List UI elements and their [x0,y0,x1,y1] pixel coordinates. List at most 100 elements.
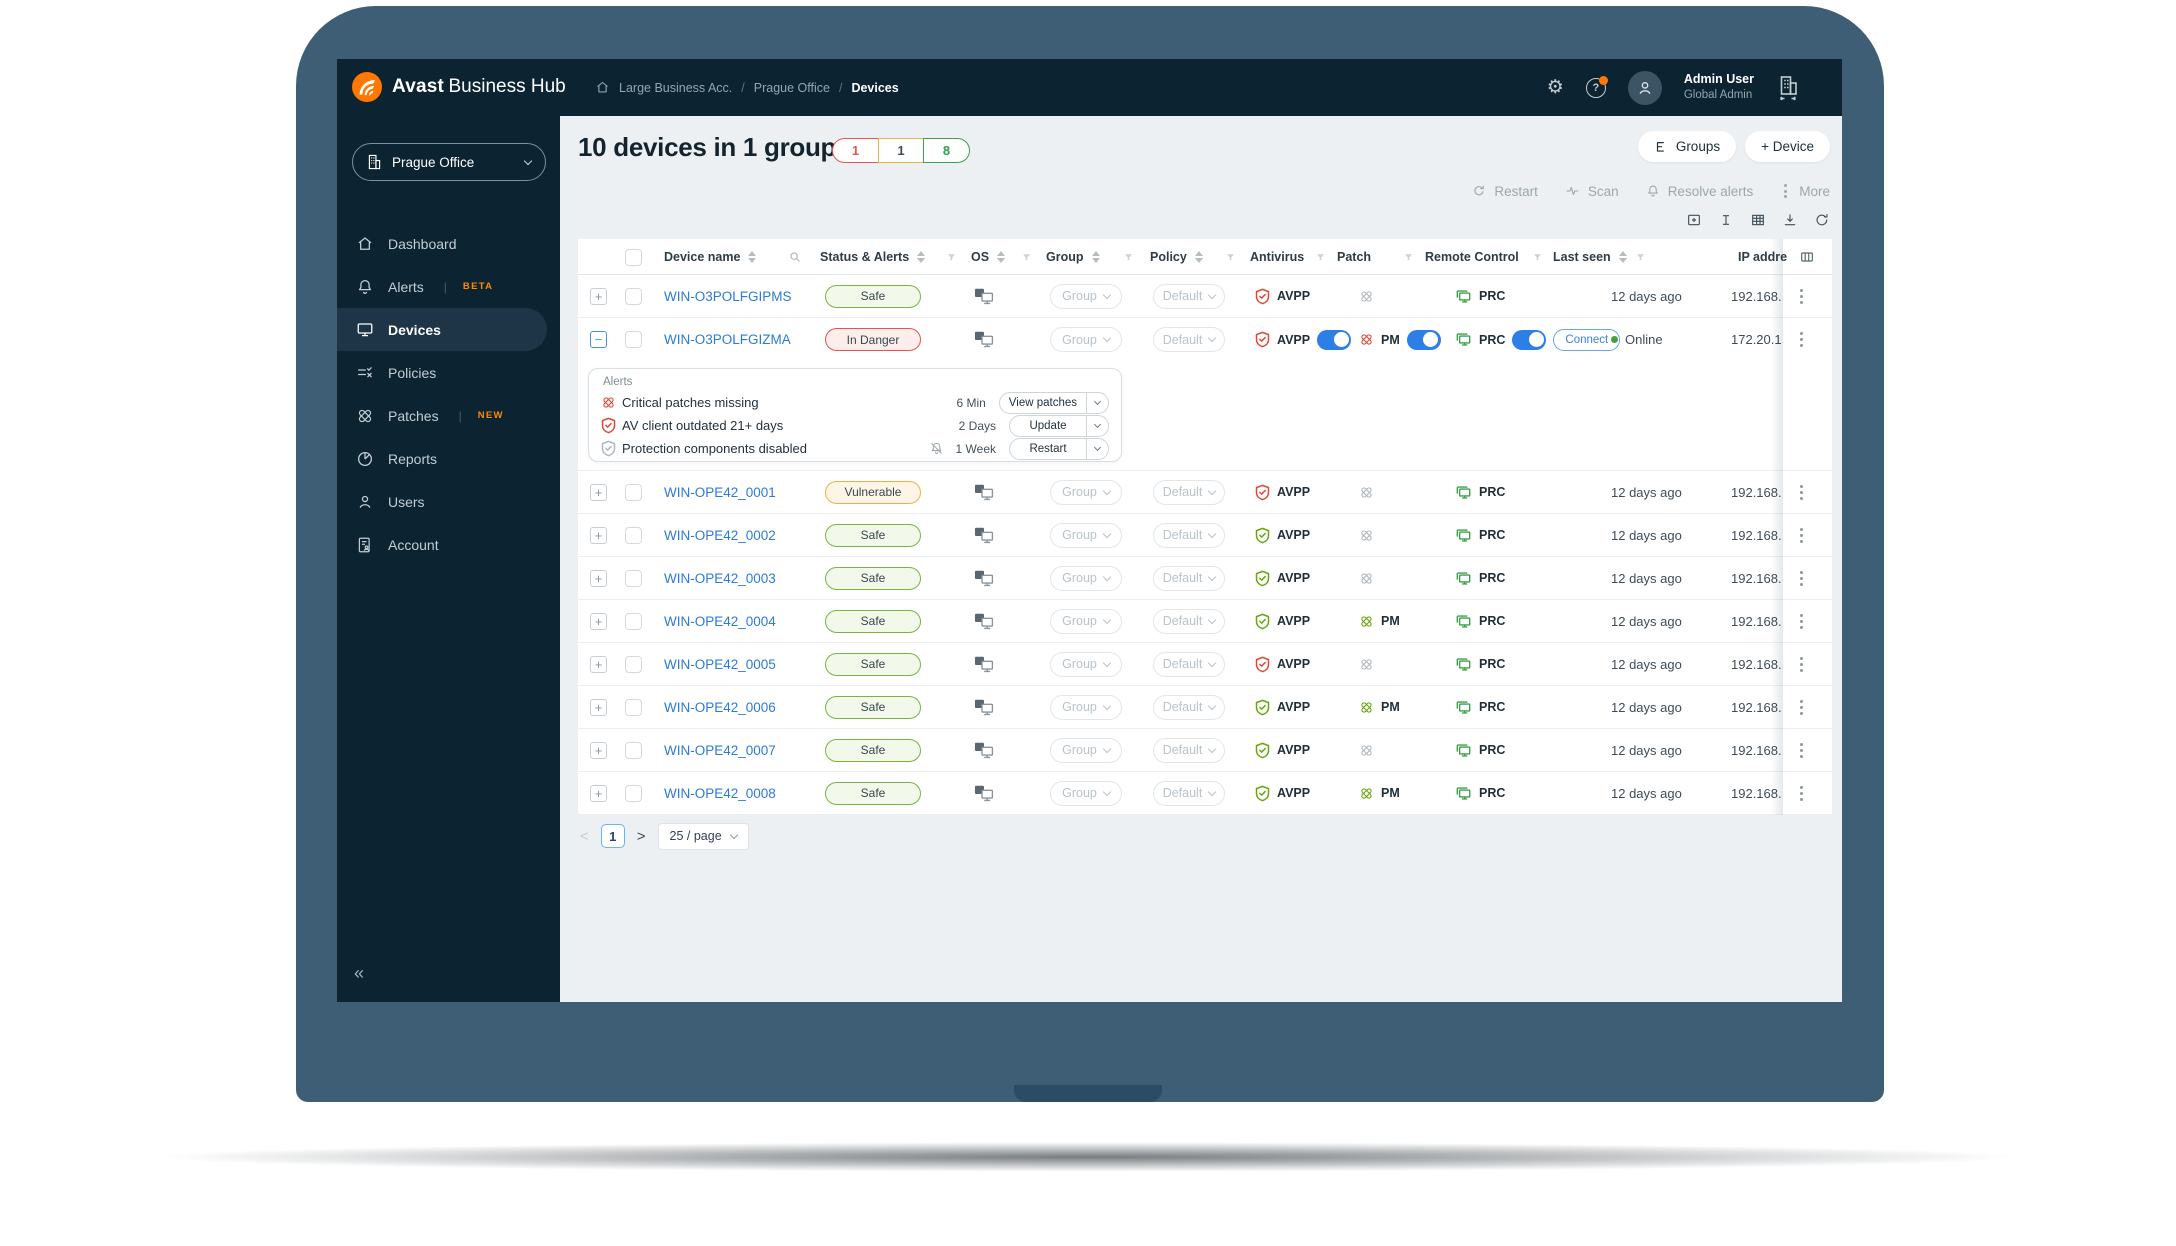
device-name-link[interactable]: WIN-OPE42_0006 [664,700,776,715]
device-name-link[interactable]: WIN-O3POLFGIZMA [664,332,791,347]
device-name-link[interactable]: WIN-OPE42_0007 [664,743,776,758]
device-name-link[interactable]: WIN-OPE42_0004 [664,614,776,629]
column-group[interactable]: Group [1046,239,1100,275]
group-dropdown[interactable]: Group [1050,737,1122,763]
column-antivirus[interactable]: Antivirus [1250,239,1304,275]
refresh-icon[interactable] [1814,212,1830,228]
safe-count-badge[interactable]: 8 [923,138,970,163]
sidebar-item-devices[interactable]: Devices [337,308,547,351]
row-checkbox[interactable] [625,569,642,587]
insert-row-icon[interactable] [1686,212,1702,228]
more-button[interactable]: More [1780,180,1830,202]
help-icon[interactable]: ? [1585,75,1608,98]
row-menu-kebab[interactable] [1796,696,1807,719]
row-height-icon[interactable] [1718,212,1734,228]
filter-icon[interactable] [1225,252,1236,263]
group-dropdown[interactable]: Group [1050,283,1122,309]
device-name-link[interactable]: WIN-O3POLFGIPMS [664,289,792,304]
row-menu-kebab[interactable] [1796,285,1807,308]
column-status-alerts[interactable]: Status & Alerts [820,239,926,275]
user-info[interactable]: Admin User Global Admin [1684,71,1754,103]
group-dropdown[interactable]: Group [1050,651,1122,677]
row-expander[interactable]: + [590,612,607,630]
sidebar-item-users[interactable]: Users [337,480,560,523]
sidebar-item-reports[interactable]: Reports [337,437,560,480]
filter-icon[interactable] [1635,252,1646,263]
select-all-checkbox[interactable] [625,248,642,266]
row-menu-kebab[interactable] [1796,610,1807,633]
row-expander[interactable]: + [590,741,607,759]
row-checkbox[interactable] [625,741,642,759]
row-checkbox[interactable] [625,331,642,348]
policy-dropdown[interactable]: Default [1153,565,1225,591]
search-icon[interactable] [788,250,802,264]
policy-dropdown[interactable]: Default [1153,327,1225,352]
row-expander[interactable]: − [590,331,607,348]
column-chooser-icon[interactable] [1799,249,1815,265]
sidebar-collapse-button[interactable]: « [354,963,364,984]
policy-dropdown[interactable]: Default [1153,283,1225,309]
device-name-link[interactable]: WIN-OPE42_0001 [664,485,776,500]
filter-icon[interactable] [1315,252,1326,263]
avatar[interactable] [1627,70,1662,105]
policy-dropdown[interactable]: Default [1153,651,1225,677]
download-icon[interactable] [1782,212,1798,228]
group-dropdown[interactable]: Group [1050,694,1122,720]
resolve-alerts-button[interactable]: Resolve alerts [1646,184,1753,199]
row-expander[interactable]: + [590,698,607,716]
policy-dropdown[interactable]: Default [1153,737,1225,763]
filter-icon[interactable] [1532,252,1543,263]
sidebar-item-policies[interactable]: Policies [337,351,560,394]
row-checkbox[interactable] [625,287,642,305]
sidebar-item-alerts[interactable]: Alerts | BETA [337,265,560,308]
group-dropdown[interactable]: Group [1050,608,1122,634]
policy-dropdown[interactable]: Default [1153,780,1225,806]
row-expander[interactable]: + [590,569,607,587]
column-patch[interactable]: Patch [1337,239,1371,275]
alert-action-button[interactable]: View patches [998,391,1109,414]
org-selector[interactable]: Prague Office [352,143,546,181]
row-menu-kebab[interactable] [1796,653,1807,676]
column-device-name[interactable]: Device name [664,239,757,275]
row-menu-kebab[interactable] [1796,328,1807,351]
add-device-button[interactable]: + Device [1745,131,1830,162]
groups-button[interactable]: Groups [1637,131,1737,162]
group-dropdown[interactable]: Group [1050,522,1122,548]
row-menu-kebab[interactable] [1796,567,1807,590]
policy-dropdown[interactable]: Default [1153,479,1225,505]
warning-count-badge[interactable]: 1 [877,138,925,163]
device-name-link[interactable]: WIN-OPE42_0008 [664,786,776,801]
group-dropdown[interactable]: Group [1050,780,1122,806]
column-ip-address[interactable]: IP addre [1738,239,1787,275]
breadcrumb-item[interactable]: Large Business Acc. [619,81,732,95]
sidebar-item-patches[interactable]: Patches | NEW [337,394,560,437]
row-expander[interactable]: + [590,287,607,305]
antivirus-toggle[interactable] [1317,329,1352,350]
row-checkbox[interactable] [625,483,642,501]
restart-button[interactable]: Restart [1472,184,1538,199]
danger-count-badge[interactable]: 1 [832,138,879,163]
row-expander[interactable]: + [590,655,607,673]
alert-action-button[interactable]: Restart [1009,437,1109,460]
row-menu-kebab[interactable] [1796,739,1807,762]
policy-dropdown[interactable]: Default [1153,608,1225,634]
alert-action-button[interactable]: Update [1009,414,1109,437]
row-expander[interactable]: + [590,483,607,501]
filter-icon[interactable] [1021,252,1032,263]
prev-page-button[interactable]: < [580,828,589,845]
device-name-link[interactable]: WIN-OPE42_0005 [664,657,776,672]
row-checkbox[interactable] [625,526,642,544]
next-page-button[interactable]: > [637,828,646,845]
group-dropdown[interactable]: Group [1050,565,1122,591]
gear-icon[interactable]: ⚙ [1547,78,1564,97]
device-name-link[interactable]: WIN-OPE42_0002 [664,528,776,543]
column-policy[interactable]: Policy [1150,239,1203,275]
page-size-select[interactable]: 25 / page [657,822,749,850]
remote-control-toggle[interactable] [1512,329,1547,350]
table-view-icon[interactable] [1750,212,1766,228]
policy-dropdown[interactable]: Default [1153,694,1225,720]
patch-toggle[interactable] [1406,329,1441,350]
group-dropdown[interactable]: Group [1050,479,1122,505]
company-switcher-icon[interactable] [1776,75,1800,101]
row-checkbox[interactable] [625,784,642,802]
